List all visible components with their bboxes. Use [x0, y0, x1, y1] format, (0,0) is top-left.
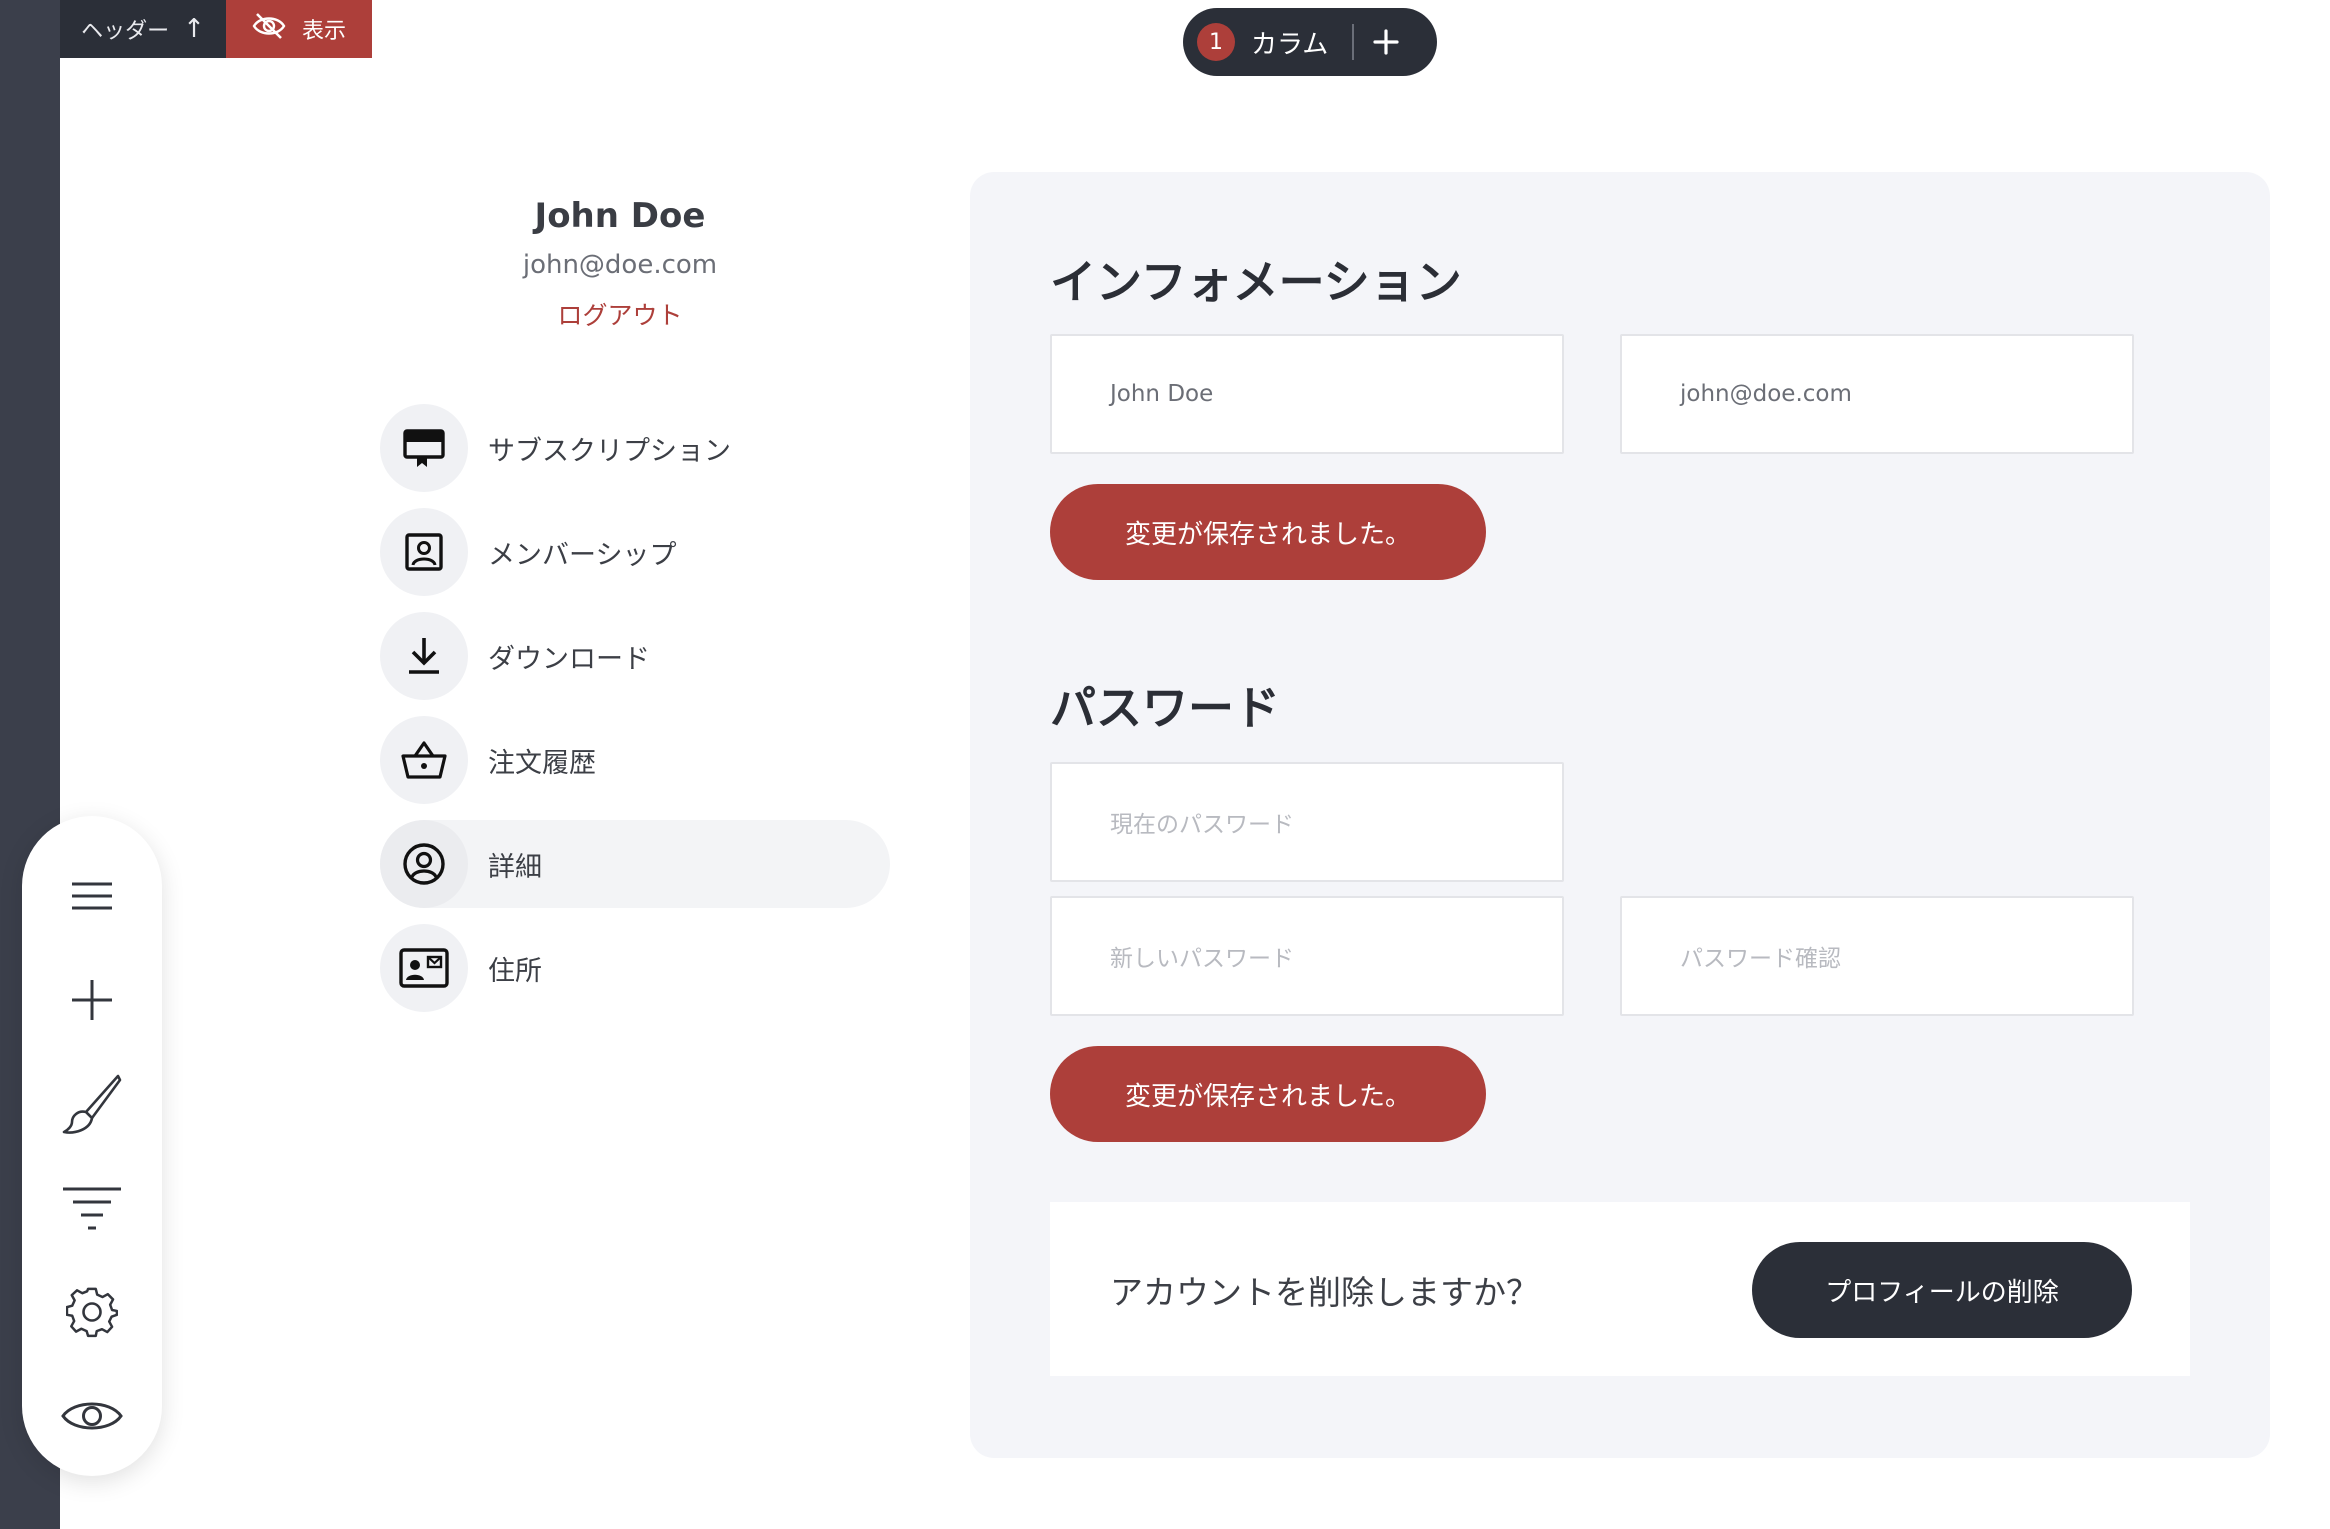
pill-divider — [1352, 24, 1355, 60]
profile-email: john@doe.com — [522, 250, 718, 280]
menu-item-address[interactable]: 住所 — [380, 924, 890, 1012]
user-circle-icon — [380, 820, 468, 908]
add-column-icon[interactable] — [1372, 28, 1400, 56]
menu-label-details: 詳細 — [488, 851, 542, 883]
delete-profile-label: プロフィールの削除 — [1825, 1277, 2059, 1308]
column-count-badge: 1 — [1197, 23, 1235, 61]
menu-label-membership: メンバーシップ — [488, 539, 677, 571]
plus-icon[interactable] — [60, 968, 124, 1032]
editor-tool-dock — [22, 816, 162, 1476]
profile-summary: John Doe john@doe.com ログアウト — [420, 196, 820, 332]
menu-label-address: 住所 — [488, 955, 542, 987]
gear-icon[interactable] — [60, 1280, 124, 1344]
account-menu: サブスクリプション メンバーシップ ダウンロード 注文履歴 詳細 住所 — [380, 404, 890, 1028]
confirm-password-placeholder: パスワード確認 — [1680, 946, 1841, 972]
arrow-up-icon: ↑ — [183, 14, 205, 44]
delete-account-card: アカウントを削除しますか？ プロフィールの削除 — [1050, 1202, 2190, 1376]
delete-profile-button[interactable]: プロフィールの削除 — [1752, 1242, 2132, 1338]
download-icon — [380, 612, 468, 700]
menu-item-order-history[interactable]: 注文履歴 — [380, 716, 890, 804]
menu-label-subscription: サブスクリプション — [488, 435, 731, 467]
shopping-basket-icon — [380, 716, 468, 804]
menu-label-download: ダウンロード — [488, 643, 650, 675]
information-title: インフォメーション — [1050, 255, 1462, 309]
header-tab-label: ヘッダー — [81, 19, 170, 44]
menu-item-download[interactable]: ダウンロード — [380, 612, 890, 700]
email-field[interactable]: john@doe.com — [1620, 334, 2134, 454]
menu-item-details[interactable]: 詳細 — [380, 820, 890, 908]
password-title: パスワード — [1050, 681, 1280, 735]
menu-label-order-history: 注文履歴 — [488, 747, 596, 779]
column-label: カラム — [1251, 29, 1329, 60]
header-toggle-tab[interactable]: ヘッダー ↑ — [60, 0, 226, 58]
save-information-button[interactable]: 変更が保存されました。 — [1050, 484, 1486, 580]
delete-account-question: アカウントを削除しますか？ — [1110, 1273, 1539, 1312]
current-password-placeholder: 現在のパスワード — [1110, 812, 1294, 838]
email-field-value: john@doe.com — [1680, 381, 1852, 407]
name-field[interactable]: John Doe — [1050, 334, 1564, 454]
visibility-label: 表示 — [301, 19, 346, 44]
filter-icon[interactable] — [60, 1176, 124, 1240]
save-password-label: 変更が保存されました。 — [1124, 1081, 1411, 1112]
current-password-field[interactable]: 現在のパスワード — [1050, 762, 1564, 882]
profile-name: John Doe — [534, 196, 706, 236]
paintbrush-icon[interactable] — [60, 1072, 124, 1136]
logout-link[interactable]: ログアウト — [420, 296, 820, 332]
account-details-panel: インフォメーション John Doe john@doe.com 変更が保存されま… — [970, 172, 2270, 1458]
eye-icon[interactable] — [60, 1384, 124, 1448]
column-selector[interactable]: 1 カラム — [1183, 8, 1437, 76]
new-password-placeholder: 新しいパスワード — [1110, 946, 1294, 972]
menu-item-subscription[interactable]: サブスクリプション — [380, 404, 890, 492]
confirm-password-field[interactable]: パスワード確認 — [1620, 896, 2134, 1016]
app-root: ヘッダー ↑ 表示 1 カラム John Doe john@doe.com ログ… — [0, 0, 2330, 1529]
membership-card-icon — [380, 508, 468, 596]
address-card-icon — [380, 924, 468, 1012]
save-information-label: 変更が保存されました。 — [1124, 519, 1411, 550]
save-password-button[interactable]: 変更が保存されました。 — [1050, 1046, 1486, 1142]
eye-slash-icon — [252, 11, 286, 47]
name-field-value: John Doe — [1110, 381, 1214, 407]
subscription-certificate-icon — [380, 404, 468, 492]
new-password-field[interactable]: 新しいパスワード — [1050, 896, 1564, 1016]
visibility-toggle-button[interactable]: 表示 — [226, 0, 372, 58]
hamburger-menu-icon[interactable] — [60, 864, 124, 928]
menu-item-membership[interactable]: メンバーシップ — [380, 508, 890, 596]
